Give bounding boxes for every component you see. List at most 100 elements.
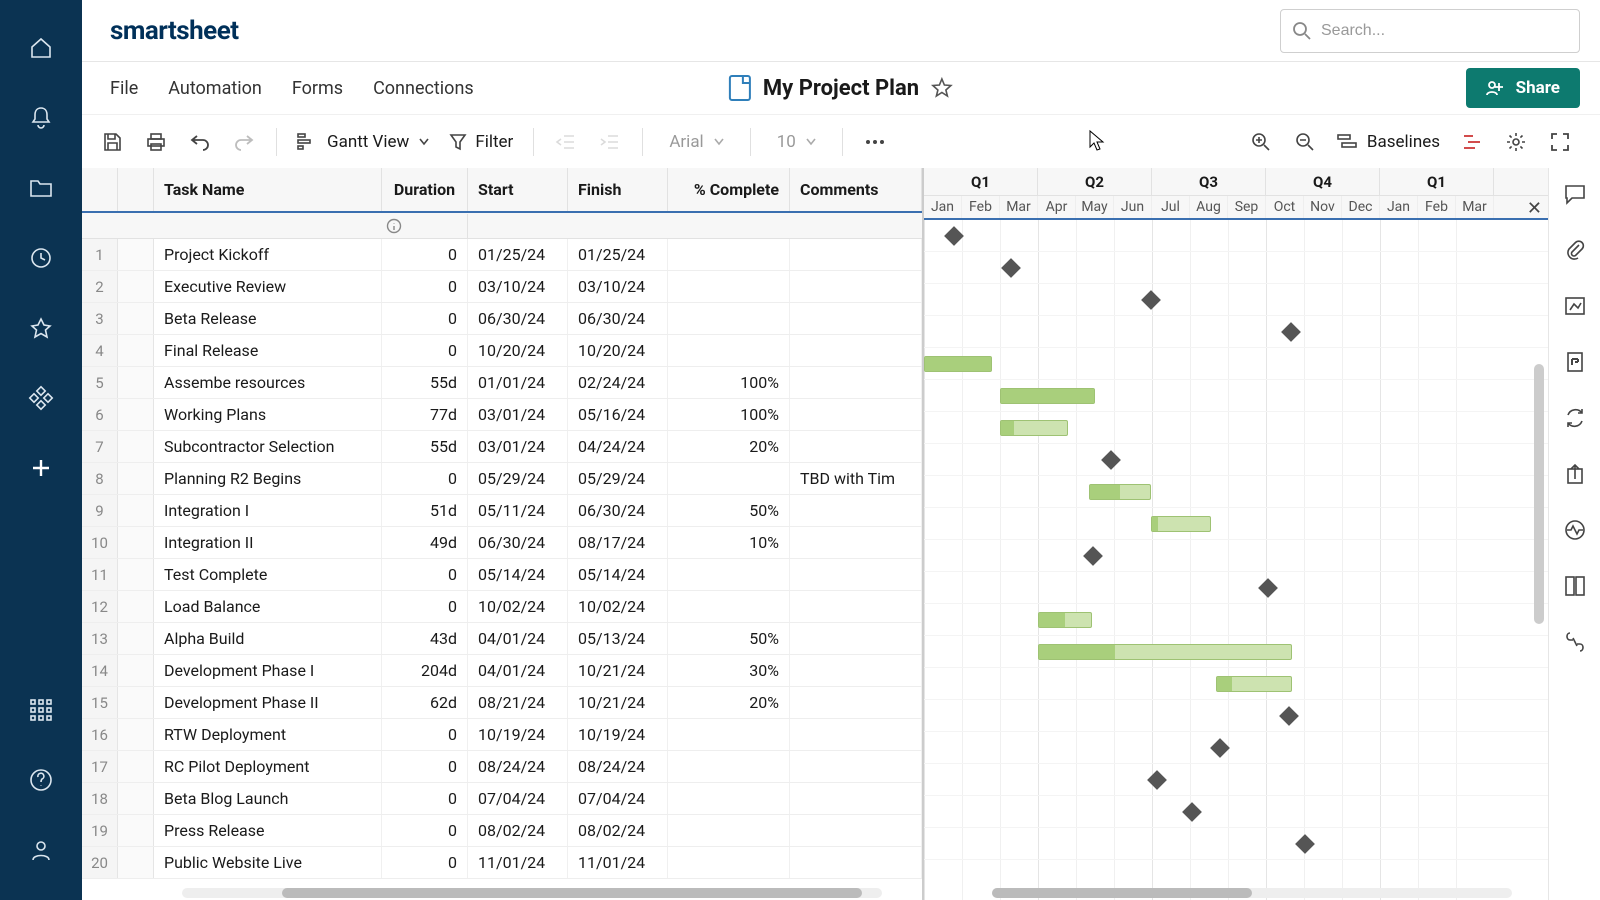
recents-icon[interactable] [21,238,61,278]
cell-start[interactable]: 06/30/24 [468,303,568,334]
menu-file[interactable]: File [110,78,138,99]
cell-duration[interactable]: 0 [382,847,468,878]
cell-start[interactable]: 03/01/24 [468,431,568,462]
cell-pct[interactable] [668,271,790,302]
table-row[interactable]: 5Assembe resources55d01/01/2402/24/24100… [82,367,922,399]
cell-start[interactable]: 11/01/24 [468,847,568,878]
cell-duration[interactable]: 55d [382,431,468,462]
gantt-bar[interactable] [1151,516,1211,532]
cell-comments[interactable] [790,559,922,590]
activity-log-icon[interactable] [1559,514,1591,546]
row-number[interactable]: 4 [82,335,118,366]
col-select[interactable] [118,168,154,211]
menu-forms[interactable]: Forms [292,78,343,99]
zoom-in-icon[interactable] [1241,122,1281,162]
cell-task-name[interactable]: Planning R2 Begins [154,463,382,494]
expand-icon[interactable] [1540,122,1580,162]
notifications-icon[interactable] [21,98,61,138]
row-number[interactable]: 19 [82,815,118,846]
row-select[interactable] [118,623,154,654]
grid-scrollbar[interactable] [182,888,882,898]
milestone-marker[interactable] [944,226,964,246]
row-select[interactable] [118,687,154,718]
col-duration[interactable]: Duration [382,168,468,211]
row-select[interactable] [118,847,154,878]
gantt-close-icon[interactable]: ✕ [1527,198,1542,219]
row-number[interactable]: 11 [82,559,118,590]
gantt-row[interactable] [924,444,1548,476]
cell-comments[interactable]: TBD with Tim [790,463,922,494]
menu-connections[interactable]: Connections [373,78,474,99]
sheet-title[interactable]: My Project Plan [763,76,919,101]
cell-comments[interactable] [790,719,922,750]
cell-duration[interactable]: 0 [382,719,468,750]
row-number[interactable]: 10 [82,527,118,558]
cell-comments[interactable] [790,847,922,878]
cell-task-name[interactable]: Beta Blog Launch [154,783,382,814]
milestone-marker[interactable] [1141,290,1161,310]
gantt-row[interactable] [924,252,1548,284]
cell-comments[interactable] [790,591,922,622]
cell-comments[interactable] [790,367,922,398]
row-number[interactable]: 15 [82,687,118,718]
cell-start[interactable]: 06/30/24 [468,527,568,558]
row-number[interactable]: 9 [82,495,118,526]
col-finish[interactable]: Finish [568,168,668,211]
cell-task-name[interactable]: Working Plans [154,399,382,430]
cell-pct[interactable]: 20% [668,687,790,718]
cell-task-name[interactable]: Development Phase I [154,655,382,686]
cell-task-name[interactable]: Public Website Live [154,847,382,878]
row-number[interactable]: 3 [82,303,118,334]
row-number[interactable]: 13 [82,623,118,654]
row-number[interactable]: 16 [82,719,118,750]
cell-task-name[interactable]: Alpha Build [154,623,382,654]
cell-pct[interactable]: 50% [668,623,790,654]
publish-icon[interactable] [1559,458,1591,490]
cell-duration[interactable]: 0 [382,463,468,494]
share-button[interactable]: Share [1466,68,1580,108]
cell-finish[interactable]: 10/19/24 [568,719,668,750]
col-pct-complete[interactable]: % Complete [668,168,790,211]
cell-start[interactable]: 10/02/24 [468,591,568,622]
cell-pct[interactable] [668,751,790,782]
info-icon[interactable] [386,218,402,234]
cell-pct[interactable] [668,239,790,270]
cell-start[interactable]: 03/01/24 [468,399,568,430]
cell-duration[interactable]: 77d [382,399,468,430]
table-row[interactable]: 16RTW Deployment010/19/2410/19/24 [82,719,922,751]
cell-start[interactable]: 05/29/24 [468,463,568,494]
critical-path-icon[interactable] [1452,122,1492,162]
cell-start[interactable]: 05/11/24 [468,495,568,526]
col-rownum[interactable] [82,168,118,211]
gantt-row[interactable] [924,636,1548,668]
cell-start[interactable]: 03/10/24 [468,271,568,302]
milestone-marker[interactable] [1258,578,1278,598]
cell-comments[interactable] [790,271,922,302]
cell-duration[interactable]: 0 [382,271,468,302]
cell-duration[interactable]: 0 [382,335,468,366]
row-select[interactable] [118,239,154,270]
cell-finish[interactable]: 10/02/24 [568,591,668,622]
connect-icon[interactable] [1559,626,1591,658]
gantt-row[interactable] [924,380,1548,412]
gantt-row[interactable] [924,220,1548,252]
cell-start[interactable]: 08/21/24 [468,687,568,718]
folder-icon[interactable] [21,168,61,208]
cell-duration[interactable]: 0 [382,303,468,334]
cell-task-name[interactable]: Project Kickoff [154,239,382,270]
apps-icon[interactable] [21,690,61,730]
row-number[interactable]: 20 [82,847,118,878]
cell-finish[interactable]: 01/25/24 [568,239,668,270]
cell-finish[interactable]: 10/20/24 [568,335,668,366]
row-select[interactable] [118,495,154,526]
gantt-row[interactable] [924,604,1548,636]
row-select[interactable] [118,463,154,494]
print-icon[interactable] [136,122,176,162]
cell-start[interactable]: 04/01/24 [468,623,568,654]
row-number[interactable]: 14 [82,655,118,686]
cell-duration[interactable]: 51d [382,495,468,526]
milestone-marker[interactable] [1182,802,1202,822]
col-start[interactable]: Start [468,168,568,211]
cell-start[interactable]: 04/01/24 [468,655,568,686]
row-number[interactable]: 18 [82,783,118,814]
